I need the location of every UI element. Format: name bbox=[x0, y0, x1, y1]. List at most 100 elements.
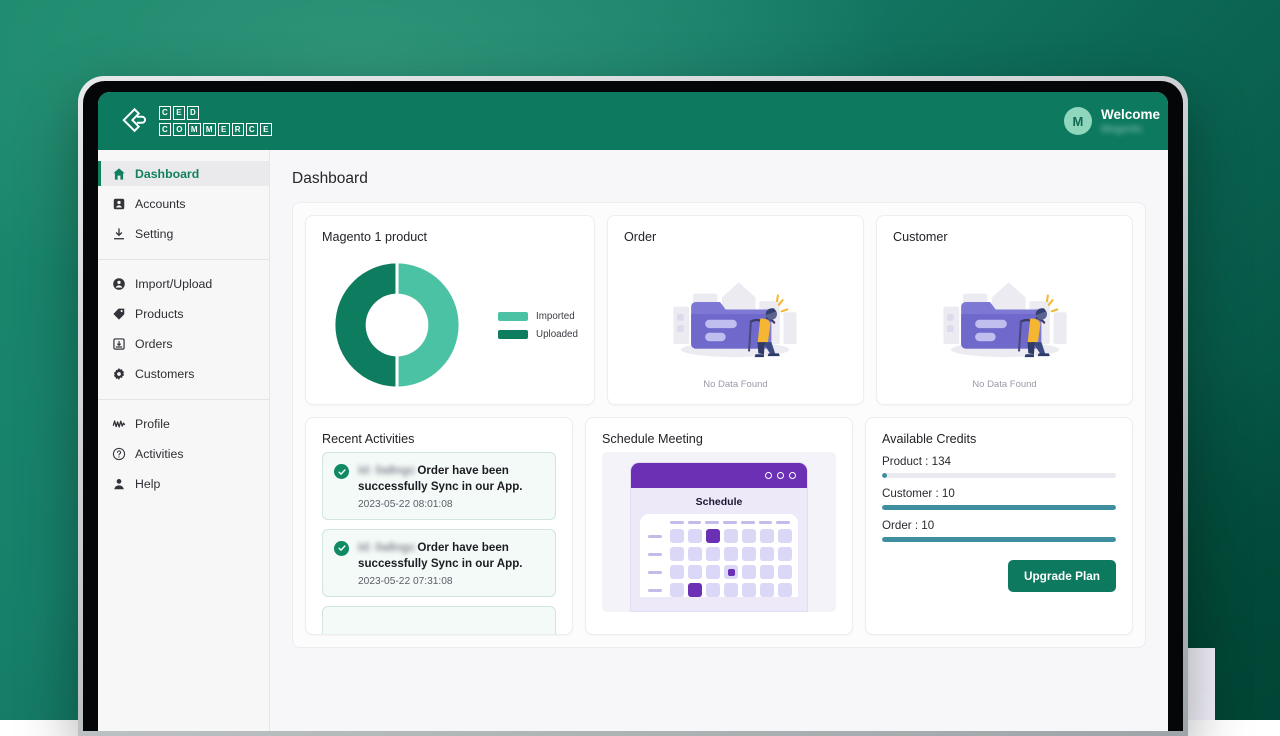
calendar-cell[interactable] bbox=[778, 565, 792, 579]
sidebar-item-import-upload[interactable]: Import/Upload bbox=[98, 271, 269, 296]
credit-label: Customer : 10 bbox=[882, 487, 1116, 500]
sidebar-item-activities[interactable]: Activities bbox=[98, 441, 269, 466]
calendar-cell[interactable] bbox=[760, 583, 774, 597]
question-circle-icon bbox=[112, 447, 126, 461]
calendar-cell[interactable] bbox=[670, 583, 684, 597]
sidebar-item-label: Accounts bbox=[135, 197, 186, 211]
sidebar-group-2: Import/Upload Products Orders bbox=[98, 259, 269, 399]
logo-char: E bbox=[218, 123, 230, 137]
legend-swatch-uploaded bbox=[498, 330, 528, 339]
sidebar-item-label: Profile bbox=[135, 417, 170, 431]
calendar-cell[interactable] bbox=[706, 583, 720, 597]
logo-char: D bbox=[187, 106, 199, 120]
calendar-row bbox=[648, 565, 790, 579]
calendar-cell[interactable] bbox=[742, 547, 756, 561]
sidebar-item-orders[interactable]: Orders bbox=[98, 331, 269, 356]
list-item[interactable] bbox=[322, 606, 556, 635]
calendar-cell[interactable] bbox=[706, 565, 720, 579]
sidebar: Dashboard Accounts Setting bbox=[98, 150, 270, 731]
sidebar-item-setting[interactable]: Setting bbox=[98, 221, 269, 246]
check-circle-icon bbox=[334, 541, 349, 556]
calendar-cell[interactable] bbox=[778, 547, 792, 561]
calendar-cell[interactable] bbox=[670, 547, 684, 561]
sidebar-item-label: Help bbox=[135, 477, 160, 491]
schedule-illustration: Schedule bbox=[602, 452, 836, 612]
calendar-cell[interactable] bbox=[670, 529, 684, 543]
calendar-cell[interactable] bbox=[742, 583, 756, 597]
brand-wordmark: C E D C O M M E R C E bbox=[159, 106, 272, 136]
calendar-cell[interactable] bbox=[760, 565, 774, 579]
card-title: Customer bbox=[893, 230, 1116, 244]
progress-track bbox=[882, 537, 1116, 542]
calendar-cell-selected[interactable] bbox=[706, 529, 720, 543]
activity-text: Id: 0a8ngcOrder have been successfully S… bbox=[358, 463, 544, 496]
sidebar-item-customers[interactable]: Customers bbox=[98, 361, 269, 386]
logo-char: E bbox=[260, 123, 272, 137]
calendar-cell-marked[interactable] bbox=[724, 565, 738, 579]
donut-svg bbox=[331, 259, 463, 391]
inbox-download-icon bbox=[112, 337, 126, 351]
progress-fill bbox=[882, 473, 887, 478]
day-label-placeholder bbox=[776, 521, 790, 524]
donut-chart bbox=[322, 259, 472, 391]
user-menu[interactable]: M Welcome Megento bbox=[1064, 107, 1162, 135]
legend-label: Uploaded bbox=[536, 329, 578, 340]
credit-customer: Customer : 10 bbox=[882, 487, 1116, 510]
calendar-cell[interactable] bbox=[724, 547, 738, 561]
schedule-heading: Schedule bbox=[631, 488, 807, 514]
credit-order: Order : 10 bbox=[882, 519, 1116, 542]
list-item[interactable]: Id: 0a8ngcOrder have been successfully S… bbox=[322, 452, 556, 520]
day-label-placeholder bbox=[688, 521, 702, 524]
calendar-cell[interactable] bbox=[724, 529, 738, 543]
calendar-cell[interactable] bbox=[724, 583, 738, 597]
activity-pulse-icon bbox=[112, 417, 126, 431]
calendar-cell[interactable] bbox=[778, 583, 792, 597]
avatar: M bbox=[1064, 107, 1092, 135]
activity-body: Id: 0a8ngcOrder have been successfully S… bbox=[358, 463, 544, 510]
list-item[interactable]: Id: 0a8ngcOrder have been successfully S… bbox=[322, 529, 556, 597]
sidebar-item-label: Dashboard bbox=[135, 167, 199, 181]
dot-icon bbox=[765, 472, 772, 479]
day-label-placeholder bbox=[723, 521, 737, 524]
calendar-cell[interactable] bbox=[706, 547, 720, 561]
upgrade-row: Upgrade Plan bbox=[882, 560, 1116, 592]
calendar-cell[interactable] bbox=[688, 565, 702, 579]
sidebar-item-label: Customers bbox=[135, 367, 194, 381]
sidebar-group-3: Profile Activities Help bbox=[98, 399, 269, 509]
sidebar-item-profile[interactable]: Profile bbox=[98, 411, 269, 436]
download-icon bbox=[112, 227, 126, 241]
sidebar-item-accounts[interactable]: Accounts bbox=[98, 191, 269, 216]
credit-label: Product : 134 bbox=[882, 455, 1116, 468]
progress-track bbox=[882, 473, 1116, 478]
calendar-cell[interactable] bbox=[670, 565, 684, 579]
empty-state-text: No Data Found bbox=[703, 379, 767, 390]
brand-logo[interactable]: C E D C O M M E R C E bbox=[120, 106, 272, 136]
calendar-cell[interactable] bbox=[742, 565, 756, 579]
sidebar-item-help[interactable]: Help bbox=[98, 471, 269, 496]
calendar-row bbox=[648, 529, 790, 543]
legend-item: Uploaded bbox=[498, 329, 578, 340]
card-title: Recent Activities bbox=[322, 432, 556, 446]
donut-chart-area: Imported Uploaded bbox=[322, 250, 578, 400]
calendar-cell[interactable] bbox=[778, 529, 792, 543]
calendar-cell[interactable] bbox=[760, 529, 774, 543]
logo-char: R bbox=[232, 123, 244, 137]
calendar-cell[interactable] bbox=[688, 547, 702, 561]
week-label-placeholder bbox=[648, 571, 662, 574]
sidebar-item-products[interactable]: Products bbox=[98, 301, 269, 326]
dot-icon bbox=[789, 472, 796, 479]
calendar-cell[interactable] bbox=[760, 547, 774, 561]
activity-list: Id: 0a8ngcOrder have been successfully S… bbox=[322, 452, 556, 635]
sidebar-group-1: Dashboard Accounts Setting bbox=[98, 156, 269, 259]
sidebar-item-dashboard[interactable]: Dashboard bbox=[98, 161, 269, 186]
logo-char: M bbox=[203, 123, 216, 137]
upgrade-plan-button[interactable]: Upgrade Plan bbox=[1008, 560, 1116, 592]
dashboard-row-1: Magento 1 product bbox=[305, 215, 1133, 405]
empty-state-text: No Data Found bbox=[972, 379, 1036, 390]
day-label-placeholder bbox=[759, 521, 773, 524]
brand-wordmark-line1: C E D bbox=[159, 106, 272, 120]
welcome-label: Welcome bbox=[1101, 107, 1160, 123]
calendar-cell[interactable] bbox=[742, 529, 756, 543]
calendar-cell-selected[interactable] bbox=[688, 583, 702, 597]
calendar-cell[interactable] bbox=[688, 529, 702, 543]
